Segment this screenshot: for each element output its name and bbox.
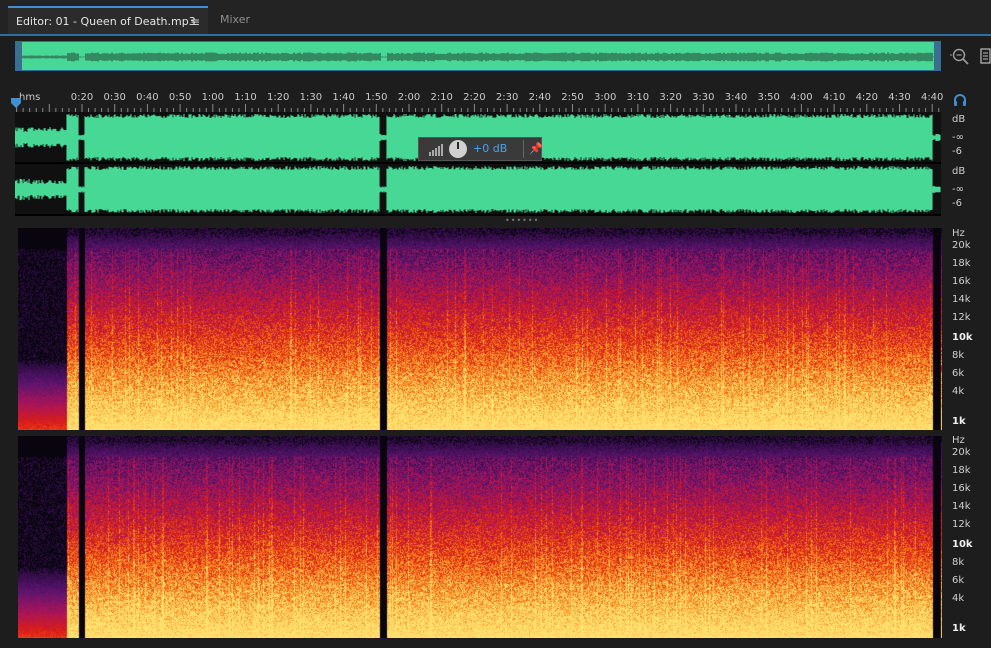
- time-tick-label: 1:00: [201, 92, 225, 103]
- tab-mixer-label: Mixer: [220, 13, 251, 26]
- time-tick-label: 1:30: [299, 92, 323, 103]
- time-tick-label: 2:00: [397, 92, 421, 103]
- gain-value[interactable]: +0 dB: [473, 142, 507, 155]
- overview-waveform-graphic: [16, 52, 940, 62]
- hz-label: 20k: [952, 240, 971, 251]
- time-ruler-ticks: [16, 104, 940, 112]
- time-tick-label: 0:40: [136, 92, 159, 103]
- hz-label: 1k: [952, 623, 966, 634]
- hz-label: Hz: [952, 228, 965, 239]
- time-tick-label: 2:40: [528, 92, 552, 103]
- hud-divider: [523, 140, 524, 158]
- time-tick-label: 1:50: [365, 92, 388, 103]
- playhead-icon[interactable]: [10, 97, 22, 109]
- panel-options-icon[interactable]: [980, 48, 991, 64]
- time-unit-label: hms: [19, 92, 41, 103]
- spectral-display-channel1[interactable]: [18, 228, 942, 430]
- db-label: -6: [952, 198, 962, 209]
- time-tick-label: 3:10: [626, 92, 650, 103]
- time-tick-label: 1:20: [266, 92, 290, 103]
- time-tick-label: 3:20: [659, 92, 682, 103]
- hz-label: 8k: [952, 350, 965, 361]
- hz-label: 4k: [952, 593, 965, 604]
- hz-label: 6k: [952, 368, 965, 379]
- time-tick-label: 0:30: [103, 92, 126, 103]
- time-tick-label: 4:30: [888, 92, 911, 103]
- db-label: dB: [952, 114, 966, 125]
- hz-label: Hz: [952, 435, 965, 446]
- tab-editor[interactable]: Editor: 01 - Queen of Death.mp3 ≡: [8, 6, 208, 34]
- tab-editor-label: Editor: 01 - Queen of Death.mp3: [16, 15, 196, 28]
- overview-left-handle[interactable]: [16, 42, 22, 70]
- hz-label: 20k: [952, 447, 971, 458]
- panel-menu-icon[interactable]: ≡: [190, 8, 200, 36]
- time-tick-label: 2:30: [495, 92, 519, 103]
- db-label: -6: [952, 146, 962, 157]
- db-label: -∞: [952, 184, 964, 195]
- hz-label: 14k: [952, 294, 971, 305]
- time-tick-label: 2:10: [430, 92, 453, 103]
- time-tick-label: 0:50: [168, 92, 192, 103]
- time-tick-label: 3:40: [724, 92, 748, 103]
- gain-knob[interactable]: [449, 140, 467, 158]
- time-tick-label: 4:40: [920, 92, 944, 103]
- tab-bar: Editor: 01 - Queen of Death.mp3 ≡ Mixer: [0, 0, 991, 36]
- panel-resize-handle[interactable]: ••••••: [505, 216, 539, 225]
- waveform-display[interactable]: [15, 112, 941, 216]
- time-tick-label: 4:10: [822, 92, 846, 103]
- overview-right-handle[interactable]: [934, 42, 940, 70]
- hud-gain-control[interactable]: +0 dB 📌: [418, 137, 543, 161]
- hz-label: 8k: [952, 557, 965, 568]
- time-tick-label: 4:20: [855, 92, 879, 103]
- hz-label: 12k: [952, 312, 971, 323]
- level-meter-icon: [429, 144, 443, 156]
- time-tick-label: 3:30: [692, 92, 715, 103]
- spectral-display-channel2[interactable]: [18, 436, 942, 638]
- time-ruler[interactable]: hms 0:20 0:30 0:40 0:50 1:00 1:10 1:20 1:30 1:40…: [15, 90, 944, 112]
- hz-label: 18k: [952, 258, 971, 269]
- overview-waveform[interactable]: [15, 41, 941, 71]
- hz-label: 16k: [952, 276, 971, 287]
- hz-label: 18k: [952, 465, 971, 476]
- hz-label: 10k: [952, 332, 973, 343]
- hz-label: 1k: [952, 416, 966, 427]
- time-tick-label: 2:50: [561, 92, 584, 103]
- hz-label: 6k: [952, 575, 965, 586]
- db-label: -∞: [952, 132, 964, 143]
- hz-label: 16k: [952, 483, 971, 494]
- zoom-icon[interactable]: [950, 46, 970, 66]
- time-tick-label: 0:20: [70, 92, 94, 103]
- time-tick-label: 1:10: [234, 92, 257, 103]
- time-tick-label: 3:50: [757, 92, 780, 103]
- time-tick-label: 1:40: [332, 92, 355, 103]
- tab-mixer[interactable]: Mixer: [212, 6, 272, 34]
- hz-label: 12k: [952, 519, 971, 530]
- headphone-icon[interactable]: [953, 93, 967, 107]
- waveform-graphic: [15, 112, 941, 216]
- hz-label: 10k: [952, 539, 973, 550]
- hz-label: 14k: [952, 501, 971, 512]
- time-tick-label: 3:00: [593, 92, 617, 103]
- time-tick-label: 4:00: [790, 92, 813, 103]
- pin-icon[interactable]: 📌: [529, 142, 543, 155]
- db-label: dB: [952, 166, 966, 177]
- time-tick-label: 2:20: [463, 92, 486, 103]
- hz-label: 4k: [952, 386, 965, 397]
